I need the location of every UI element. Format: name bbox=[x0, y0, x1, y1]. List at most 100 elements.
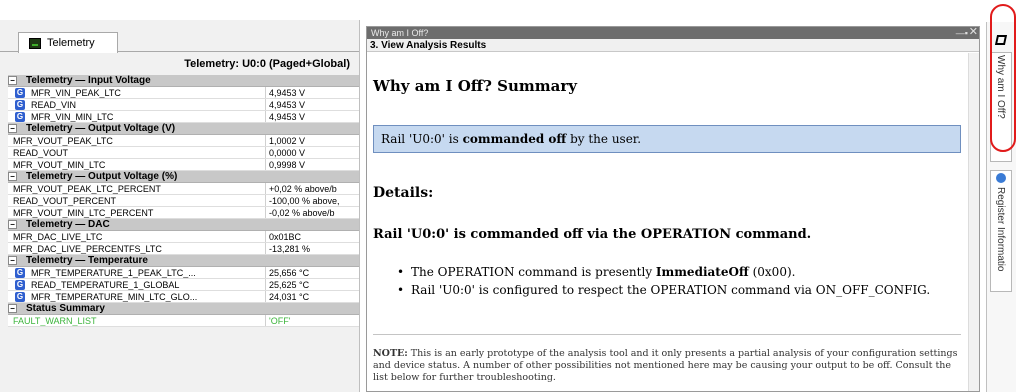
telemetry-name: MFR_VOUT_MIN_LTC bbox=[13, 160, 106, 170]
telemetry-row[interactable]: FAULT_WARN_LIST 'OFF' bbox=[8, 315, 359, 327]
telemetry-row[interactable]: MFR_DAC_LIVE_PERCENTFS_LTC -13,281 % bbox=[8, 243, 359, 255]
global-command-icon: G bbox=[15, 268, 25, 278]
telemetry-value: 25,656 °C bbox=[265, 267, 359, 278]
telemetry-row[interactable]: G READ_VIN 4,9453 V bbox=[8, 99, 359, 111]
telemetry-name-text: READ_TEMPERATURE_1_GLOBAL bbox=[31, 280, 180, 290]
telemetry-value: -100,00 % above, bbox=[265, 195, 359, 206]
telemetry-section-header[interactable]: − Telemetry — DAC bbox=[8, 219, 359, 231]
note-divider bbox=[373, 334, 961, 335]
side-tab-register-information[interactable]: Register Informatio bbox=[990, 170, 1012, 292]
section-title: Status Summary bbox=[26, 303, 105, 314]
collapse-toggle-icon[interactable]: − bbox=[8, 76, 17, 85]
prototype-note: NOTE: This is an early prototype of the … bbox=[373, 348, 967, 384]
analysis-titlebar: Why am I Off? —▪ ✕ bbox=[367, 27, 979, 39]
telemetry-row[interactable]: MFR_VOUT_MIN_LTC_PERCENT -0,02 % above/b bbox=[8, 207, 359, 219]
telemetry-value: 0,0000 V bbox=[265, 147, 359, 158]
telemetry-name: FAULT_WARN_LIST bbox=[13, 316, 97, 326]
details-item-operation: The OPERATION command is presently Immed… bbox=[397, 263, 967, 281]
telemetry-value: 0,9998 V bbox=[265, 159, 359, 170]
close-icon[interactable]: ✕ bbox=[969, 27, 978, 38]
telemetry-section-header[interactable]: − Telemetry — Temperature bbox=[8, 255, 359, 267]
analysis-window-title: Why am I Off? bbox=[371, 28, 429, 38]
telemetry-tab[interactable]: Telemetry bbox=[18, 32, 118, 53]
telemetry-name: MFR_DAC_LIVE_LTC bbox=[13, 232, 103, 242]
telemetry-row[interactable]: G MFR_TEMPERATURE_MIN_LTC_GLO... 24,031 °C bbox=[8, 291, 359, 303]
collapse-toggle-icon[interactable]: − bbox=[8, 124, 17, 133]
telemetry-value: 24,031 °C bbox=[265, 291, 359, 302]
telemetry-value: 25,625 °C bbox=[265, 279, 359, 290]
telemetry-name: MFR_VOUT_MIN_LTC_PERCENT bbox=[13, 208, 154, 218]
note-label: NOTE: bbox=[373, 348, 408, 359]
telemetry-section-header[interactable]: − Telemetry — Output Voltage (%) bbox=[8, 171, 359, 183]
section-title: Telemetry — Output Voltage (V) bbox=[26, 123, 176, 134]
summary-heading: Why am I Off? Summary bbox=[373, 77, 577, 95]
telemetry-name: G MFR_VIN_PEAK_LTC bbox=[15, 87, 271, 98]
telemetry-row[interactable]: MFR_VOUT_MIN_LTC 0,9998 V bbox=[8, 159, 359, 171]
telemetry-value: 4,9453 V bbox=[265, 87, 359, 98]
pin-icon[interactable]: —▪ bbox=[956, 27, 968, 39]
side-tab-strip: Why am I Off? Register Informatio bbox=[986, 22, 1016, 392]
bullet2-text: Rail 'U0:0' is configured to respect the… bbox=[411, 283, 931, 297]
telemetry-row[interactable]: READ_VOUT 0,0000 V bbox=[8, 147, 359, 159]
telemetry-name: G READ_VIN bbox=[15, 99, 271, 110]
telemetry-name: G READ_TEMPERATURE_1_GLOBAL bbox=[15, 279, 271, 290]
telemetry-name-text: MFR_TEMPERATURE_MIN_LTC_GLO... bbox=[31, 292, 198, 302]
section-title: Telemetry — DAC bbox=[26, 219, 110, 230]
telemetry-value: 'OFF' bbox=[265, 315, 359, 326]
telemetry-row[interactable]: MFR_DAC_LIVE_LTC 0x01BC bbox=[8, 231, 359, 243]
details-heading: Details: bbox=[373, 185, 434, 201]
status-message-box: Rail 'U0:0' is commanded off by the user… bbox=[373, 125, 961, 153]
analysis-content: Why am I Off? Summary Rail 'U0:0' is com… bbox=[367, 53, 967, 391]
telemetry-row[interactable]: MFR_VOUT_PEAK_LTC 1,0002 V bbox=[8, 135, 359, 147]
telemetry-row[interactable]: MFR_VOUT_PEAK_LTC_PERCENT +0,02 % above/b bbox=[8, 183, 359, 195]
collapse-toggle-icon[interactable]: − bbox=[8, 172, 17, 181]
telemetry-value: -0,02 % above/b bbox=[265, 207, 359, 218]
bullet1-suffix: (0x00). bbox=[748, 265, 796, 279]
telemetry-name: G MFR_TEMPERATURE_MIN_LTC_GLO... bbox=[15, 291, 271, 302]
details-list: The OPERATION command is presently Immed… bbox=[397, 263, 967, 299]
status-emphasis: commanded off bbox=[462, 132, 567, 146]
collapse-toggle-icon[interactable]: − bbox=[8, 304, 17, 313]
telemetry-row[interactable]: G MFR_VIN_PEAK_LTC 4,9453 V bbox=[8, 87, 359, 99]
panel-toggle-icon[interactable] bbox=[994, 35, 1008, 45]
telemetry-section-header[interactable]: − Telemetry — Input Voltage bbox=[8, 75, 359, 87]
telemetry-value: +0,02 % above/b bbox=[265, 183, 359, 194]
global-command-icon: G bbox=[15, 88, 25, 98]
collapse-toggle-icon[interactable]: − bbox=[8, 256, 17, 265]
collapse-toggle-icon[interactable]: − bbox=[8, 220, 17, 229]
telemetry-name: MFR_VOUT_PEAK_LTC bbox=[13, 136, 113, 146]
section-title: Telemetry — Temperature bbox=[26, 255, 148, 266]
telemetry-tab-strip: Telemetry bbox=[0, 32, 359, 53]
telemetry-tab-label: Telemetry bbox=[47, 37, 95, 49]
side-tab-why-label: Why am I Off? bbox=[995, 55, 1006, 119]
step-label: 3. View Analysis Results bbox=[367, 39, 979, 52]
global-command-icon: G bbox=[15, 280, 25, 290]
side-tab-register-label: Register Informatio bbox=[995, 187, 1006, 272]
telemetry-panel: Telemetry Telemetry: U0:0 (Paged+Global)… bbox=[0, 20, 360, 392]
telemetry-row[interactable]: G READ_TEMPERATURE_1_GLOBAL 25,625 °C bbox=[8, 279, 359, 291]
bullet1-prefix: The OPERATION command is presently bbox=[411, 265, 656, 279]
telemetry-value: 1,0002 V bbox=[265, 135, 359, 146]
telemetry-row[interactable]: READ_VOUT_PERCENT -100,00 % above, bbox=[8, 195, 359, 207]
telemetry-name: MFR_DAC_LIVE_PERCENTFS_LTC bbox=[13, 244, 162, 254]
analysis-scrollbar[interactable] bbox=[968, 53, 979, 391]
telemetry-value: 4,9453 V bbox=[265, 99, 359, 110]
global-command-icon: G bbox=[15, 292, 25, 302]
telemetry-row[interactable]: G MFR_VIN_MIN_LTC 4,9453 V bbox=[8, 111, 359, 123]
telemetry-value: 4,9453 V bbox=[265, 111, 359, 122]
telemetry-name-text: READ_VIN bbox=[31, 100, 77, 110]
telemetry-name-text: MFR_TEMPERATURE_1_PEAK_LTC_... bbox=[31, 268, 196, 278]
telemetry-value: 0x01BC bbox=[265, 231, 359, 242]
telemetry-name-text: MFR_VIN_MIN_LTC bbox=[31, 112, 114, 122]
telemetry-name: G MFR_VIN_MIN_LTC bbox=[15, 111, 271, 122]
reason-heading: Rail 'U0:0' is commanded off via the OPE… bbox=[373, 227, 812, 242]
telemetry-section-header[interactable]: − Telemetry — Output Voltage (V) bbox=[8, 123, 359, 135]
telemetry-panel-title: Telemetry: U0:0 (Paged+Global) bbox=[184, 58, 350, 70]
section-title: Telemetry — Output Voltage (%) bbox=[26, 171, 178, 182]
telemetry-row[interactable]: G MFR_TEMPERATURE_1_PEAK_LTC_... 25,656 °C bbox=[8, 267, 359, 279]
telemetry-section-header[interactable]: − Status Summary bbox=[8, 303, 359, 315]
telemetry-grid: − Telemetry — Input Voltage G MFR_VIN_PEAK_… bbox=[8, 75, 359, 327]
side-tab-why-am-i-off[interactable]: Why am I Off? bbox=[990, 52, 1012, 162]
telemetry-icon bbox=[29, 37, 41, 49]
bullet1-emphasis: ImmediateOff bbox=[655, 265, 749, 279]
